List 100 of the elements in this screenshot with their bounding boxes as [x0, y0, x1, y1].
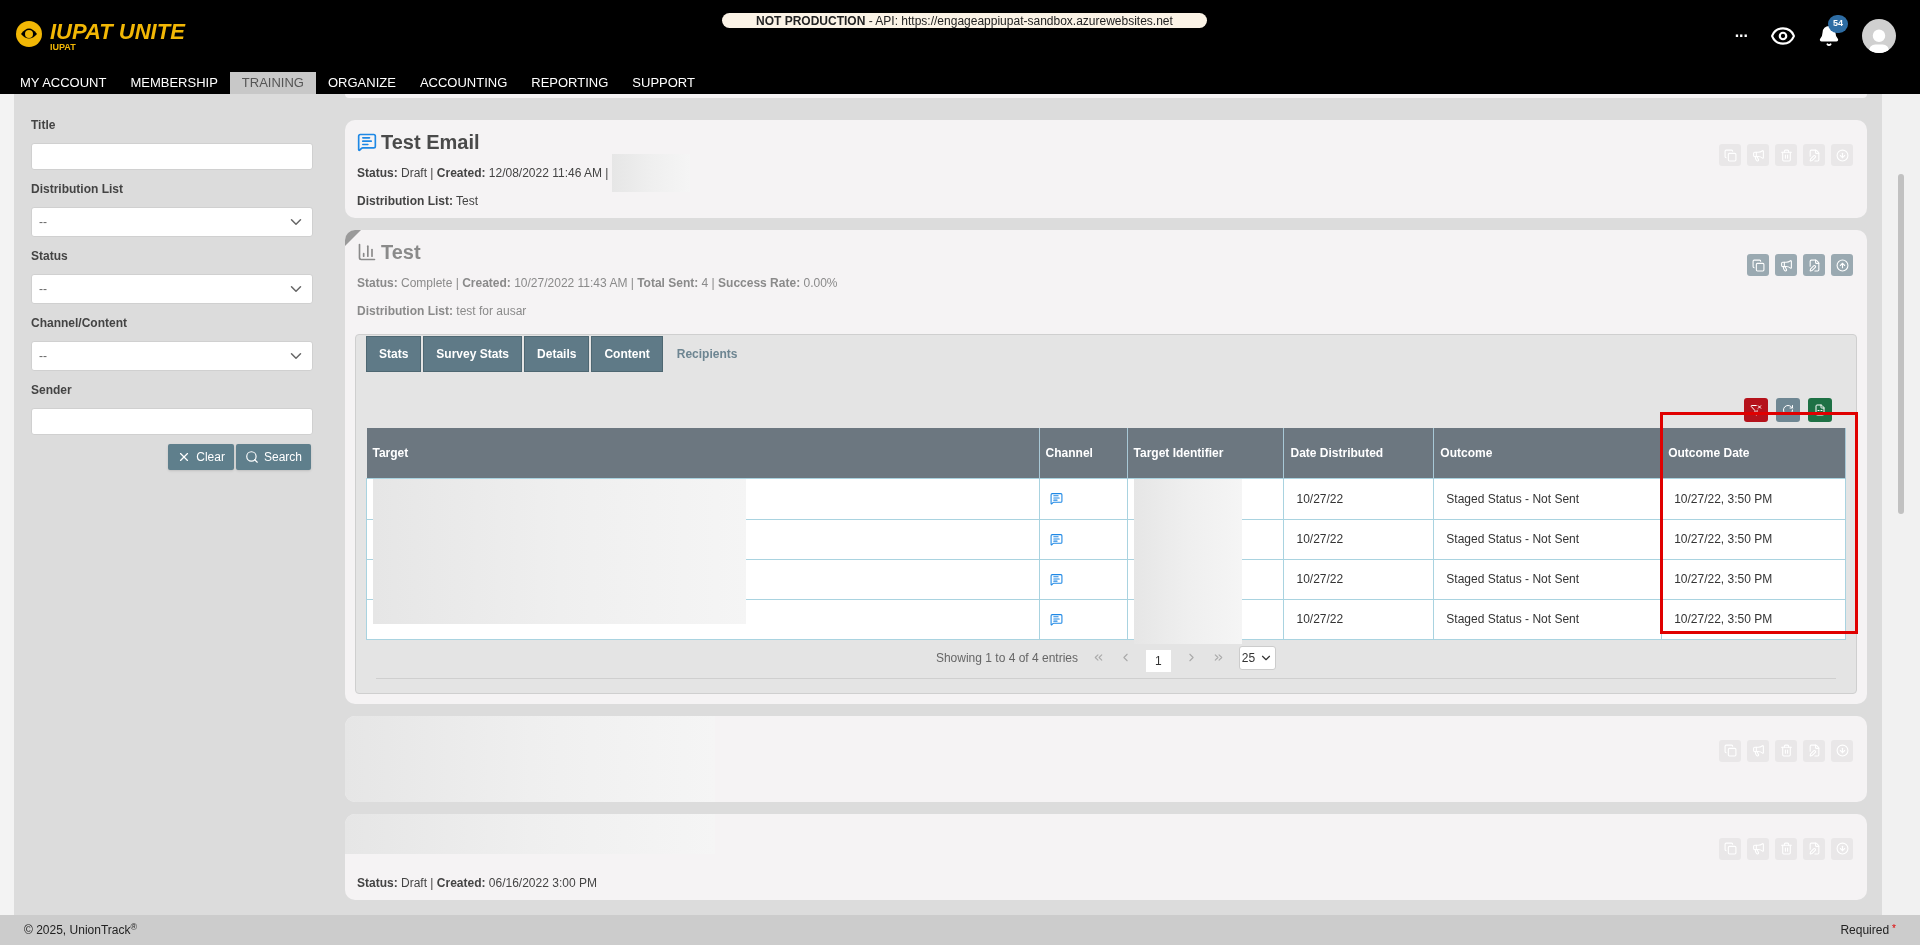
- tab[interactable]: Stats: [366, 336, 422, 372]
- download-icon: [1835, 842, 1849, 855]
- column-header: Outcome: [1433, 428, 1662, 478]
- field-label: Title: [31, 117, 57, 134]
- download-button[interactable]: [1831, 144, 1853, 166]
- message-icon: [357, 132, 377, 152]
- column-header: Target: [366, 428, 1040, 478]
- column-header: Date Distributed: [1283, 428, 1434, 478]
- card-meta: Status: Complete | Created: 10/27/2022 11:43 AM | Total Sent: 4 | Success Rate: 0.00%: [357, 275, 838, 292]
- copy-icon: [1723, 744, 1737, 757]
- logo-subtext: IUPAT: [50, 42, 77, 52]
- megaphone-icon: [1751, 148, 1765, 162]
- nav-item[interactable]: TRAINING: [229, 72, 316, 94]
- logo-text: IUPAT UNITE: [50, 20, 185, 43]
- page-button[interactable]: 1: [1146, 649, 1171, 672]
- copyright-text: © 2025, UnionTrack$^{®}$: [24, 921, 138, 939]
- copy-icon: [1751, 258, 1765, 272]
- tab[interactable]: Details: [524, 336, 590, 372]
- table-cell: Staged Status - Not Sent: [1433, 519, 1662, 559]
- download-button[interactable]: [1831, 837, 1853, 860]
- distribution-list: Distribution List: test for ausar: [357, 302, 838, 320]
- field-label: Channel/Content: [31, 315, 128, 332]
- nav-item[interactable]: ACCOUNTING: [407, 72, 520, 94]
- select-field[interactable]: --: [31, 341, 313, 371]
- megaphone-icon: [1779, 258, 1793, 272]
- clear-button[interactable]: Clear: [168, 444, 234, 470]
- corner-mark-icon: [345, 230, 361, 246]
- download-icon: [1835, 148, 1849, 162]
- text-field[interactable]: [31, 143, 313, 170]
- edit-button[interactable]: [1803, 739, 1825, 762]
- tab[interactable]: Survey Stats: [423, 336, 523, 372]
- text-field[interactable]: [31, 408, 313, 435]
- megaphone-button[interactable]: [1747, 739, 1769, 762]
- edit-icon: [1807, 148, 1821, 162]
- table-cell: Staged Status - Not Sent: [1433, 599, 1662, 639]
- message-icon: [1049, 532, 1063, 546]
- card-meta: Status: Draft | Created: 12/08/2022 11:46 AM |: [357, 165, 609, 182]
- nav-item[interactable]: MY ACCOUNT: [8, 72, 119, 94]
- edit-icon: [1807, 258, 1821, 272]
- message-icon: [1049, 572, 1063, 586]
- select-field[interactable]: --: [31, 274, 313, 304]
- copy-icon: [1723, 148, 1737, 162]
- required-note: Required: [1840, 922, 1890, 939]
- edit-icon: [1807, 744, 1821, 757]
- card-title[interactable]: Test Email: [381, 127, 480, 157]
- required-asterisk: *: [1892, 922, 1896, 936]
- table-cell: 10/27/22: [1283, 559, 1434, 599]
- megaphone-button[interactable]: [1747, 837, 1769, 860]
- notification-bell-icon[interactable]: [1818, 25, 1840, 47]
- search-icon: [244, 450, 259, 464]
- card-title[interactable]: Test: [381, 237, 421, 267]
- card-meta: Status: Draft | Created: 06/16/2022 3:00 PM: [357, 874, 597, 892]
- column-header: Target Identifier: [1127, 428, 1284, 478]
- environment-banner: NOT PRODUCTION - API: https://engageappiupat-sandbox.azurewebsites.net: [722, 13, 1207, 28]
- megaphone-icon: [1751, 744, 1765, 757]
- select-field[interactable]: --: [31, 207, 313, 237]
- upload-button[interactable]: [1831, 254, 1853, 276]
- megaphone-button[interactable]: [1747, 144, 1769, 166]
- column-header: Channel: [1039, 428, 1128, 478]
- download-button[interactable]: [1831, 739, 1853, 762]
- field-label: Status: [31, 248, 69, 265]
- entries-summary: Showing 1 to 4 of 4 entries: [935, 649, 1078, 667]
- megaphone-button[interactable]: [1775, 254, 1797, 276]
- tab[interactable]: Content: [591, 336, 663, 372]
- nav-item[interactable]: ORGANIZE: [315, 72, 408, 94]
- table-cell: 10/27/22: [1283, 478, 1434, 519]
- message-icon: [1049, 492, 1063, 505]
- table-cell: 10/27/22, 3:50 PM: [1661, 519, 1846, 559]
- avatar[interactable]: [1862, 19, 1896, 53]
- bar-chart-icon: [357, 242, 377, 262]
- table-cell: 10/27/22: [1283, 519, 1434, 559]
- edit-button[interactable]: [1803, 144, 1825, 166]
- notification-badge: 54: [1828, 15, 1848, 33]
- nav-item[interactable]: MEMBERSHIP: [118, 72, 230, 94]
- copy-button[interactable]: [1747, 254, 1769, 276]
- edit-icon: [1807, 842, 1821, 855]
- copy-button[interactable]: [1719, 837, 1741, 860]
- search-button[interactable]: Search: [235, 444, 311, 470]
- spreadsheet-icon: [1814, 404, 1826, 416]
- nav-item[interactable]: SUPPORT: [620, 72, 707, 94]
- first-page-icon[interactable]: [1092, 651, 1105, 664]
- table-cell: 10/27/22, 3:50 PM: [1661, 478, 1846, 519]
- edit-button[interactable]: [1803, 837, 1825, 860]
- table-cell: Staged Status - Not Sent: [1433, 478, 1662, 519]
- table-cell: 10/27/22: [1283, 599, 1434, 639]
- page-size-select[interactable]: 25: [1238, 645, 1277, 670]
- nav-item[interactable]: REPORTING: [519, 72, 621, 94]
- clear-filter-icon: [1750, 404, 1762, 416]
- field-label: Sender: [31, 382, 73, 399]
- copy-button[interactable]: [1719, 144, 1741, 166]
- upload-icon: [1835, 258, 1849, 272]
- edit-button[interactable]: [1803, 254, 1825, 276]
- table-cell: 10/27/22, 3:50 PM: [1661, 559, 1846, 599]
- copy-button[interactable]: [1719, 739, 1741, 762]
- download-icon: [1835, 744, 1849, 757]
- table-cell: Staged Status - Not Sent: [1433, 559, 1662, 599]
- message-icon: [1049, 612, 1063, 626]
- distribution-list: Distribution List: Test: [357, 192, 691, 210]
- more-menu[interactable]: ...: [1734, 20, 1748, 44]
- field-label: Distribution List: [31, 181, 124, 198]
